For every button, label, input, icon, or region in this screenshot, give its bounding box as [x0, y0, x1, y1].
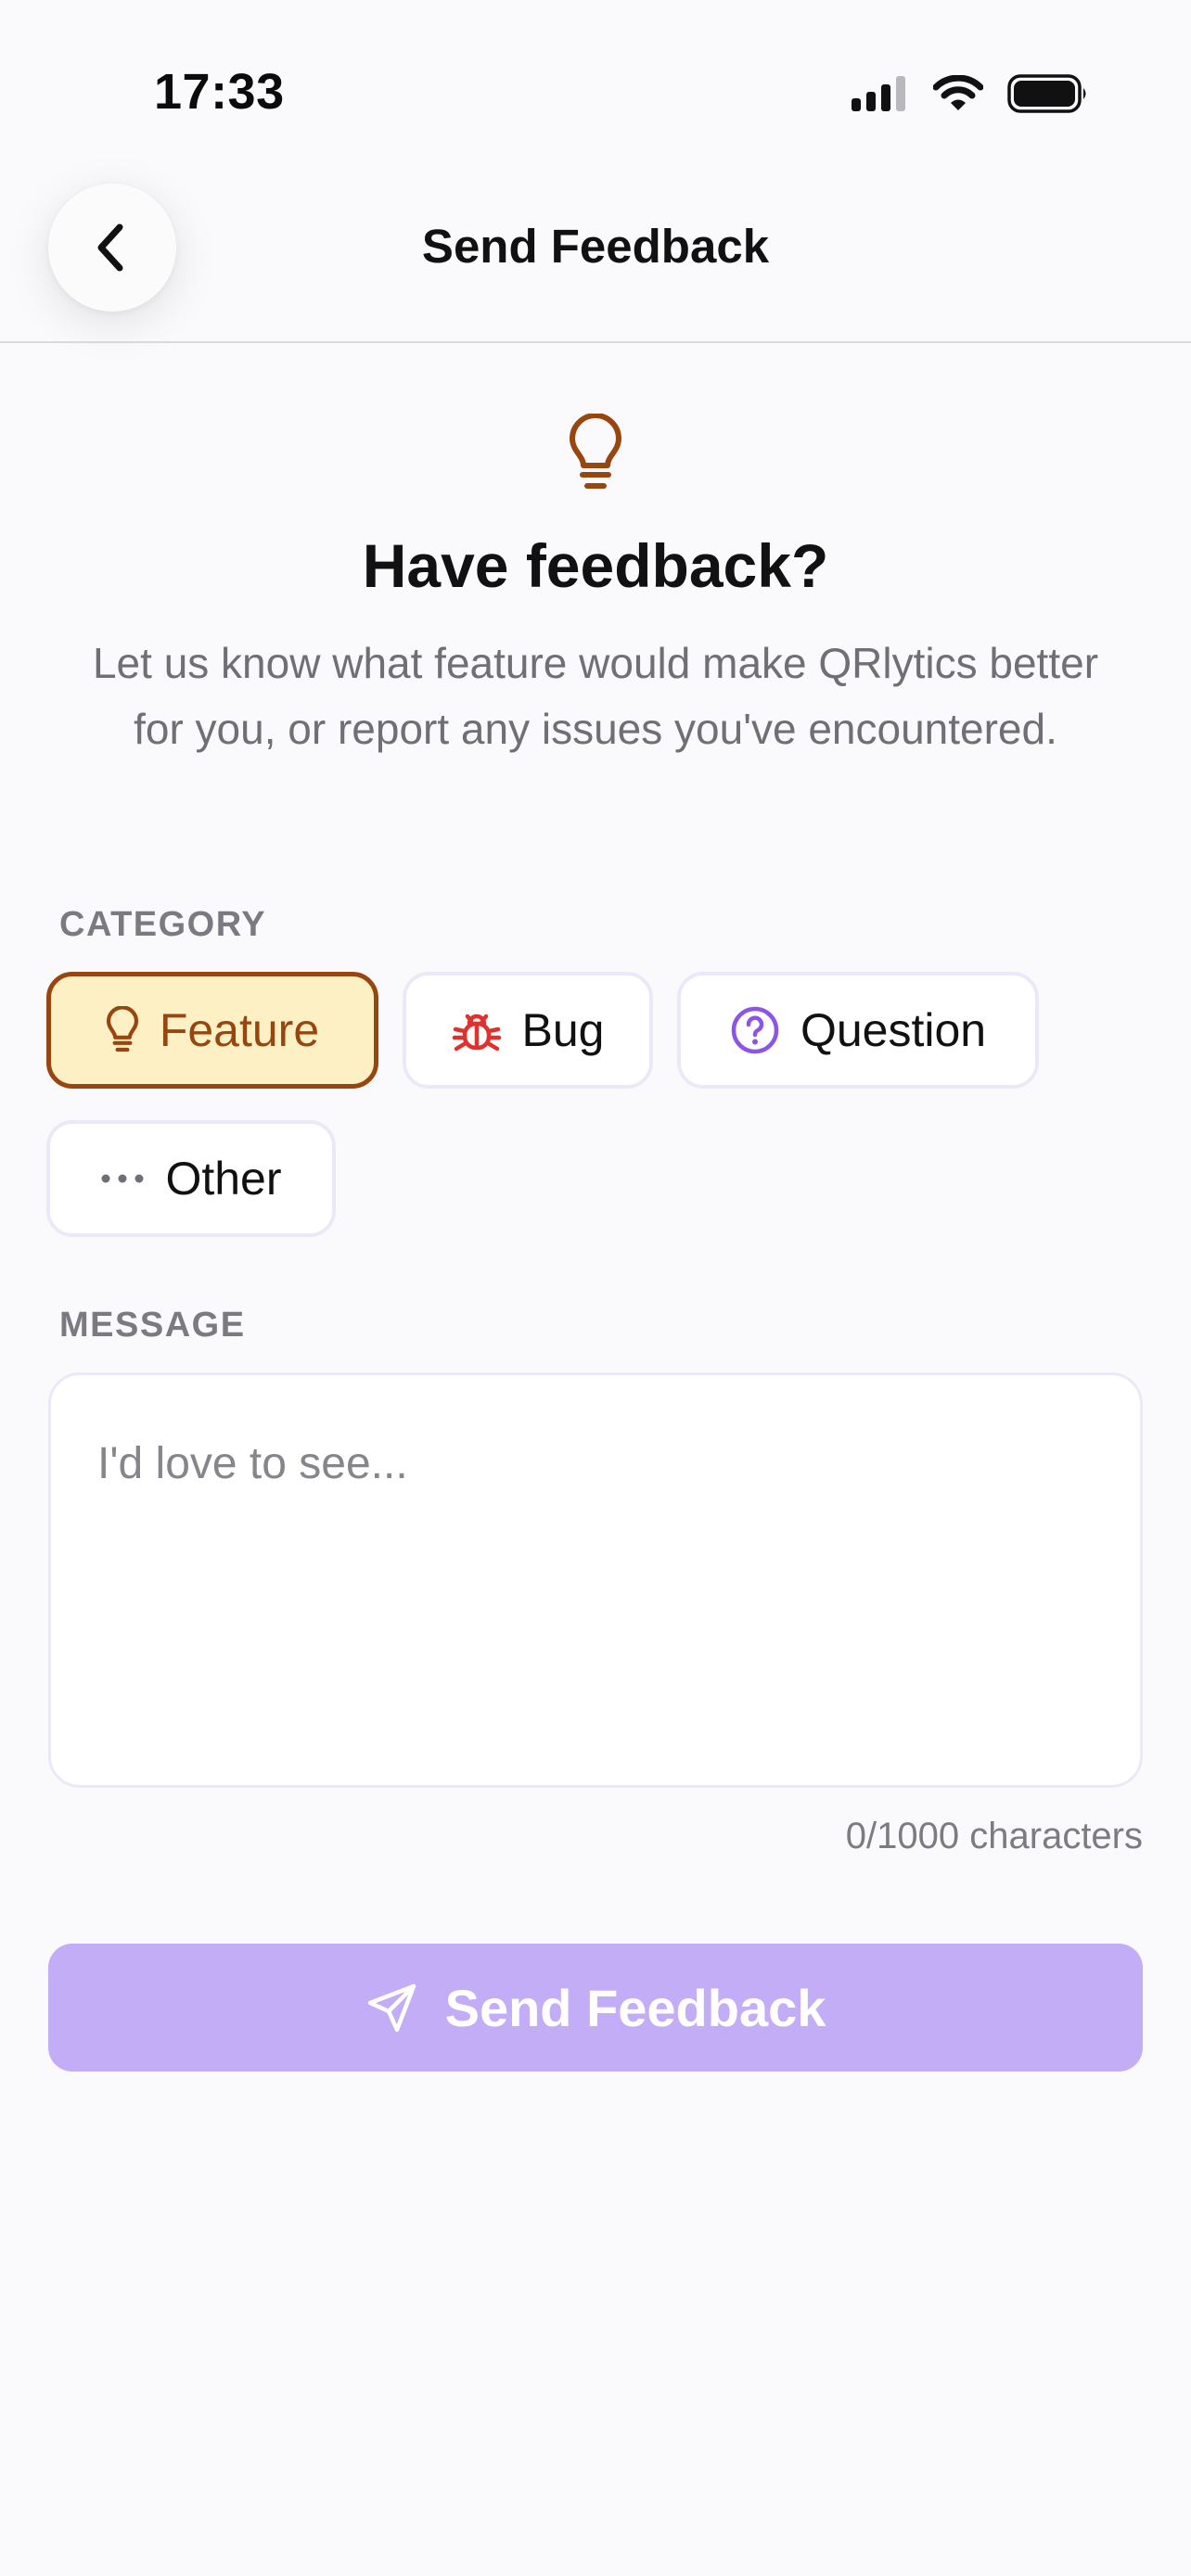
- send-icon: [367, 1983, 416, 2033]
- hero-title: Have feedback?: [362, 531, 829, 600]
- bug-icon: [452, 1014, 501, 1052]
- category-chip-other[interactable]: Other: [46, 1120, 336, 1237]
- chip-label: Question: [800, 1004, 987, 1056]
- message-box: [48, 1372, 1143, 1788]
- lightbulb-icon: [568, 413, 623, 498]
- page-title: Send Feedback: [421, 220, 770, 273]
- wifi-icon: [933, 75, 983, 110]
- hero-subtitle: Let us know what feature would make QRly…: [92, 639, 1099, 753]
- character-count: 0/1000 characters: [845, 1816, 1143, 1856]
- status-icons: [852, 74, 1089, 113]
- category-chip-question[interactable]: Question: [677, 972, 1039, 1089]
- battery-icon: [1007, 74, 1086, 113]
- message-label: MESSAGE: [59, 1306, 246, 1345]
- chip-label: Other: [165, 1153, 282, 1205]
- more-dots-icon: [101, 1174, 144, 1183]
- chip-label: Feature: [159, 1004, 320, 1056]
- chip-label: Bug: [521, 1004, 605, 1056]
- lightbulb-icon: [106, 1006, 138, 1052]
- message-input[interactable]: [51, 1375, 1140, 1785]
- category-label: CATEGORY: [59, 905, 267, 944]
- send-feedback-button[interactable]: Send Feedback: [48, 1944, 1143, 2072]
- header-divider: [0, 341, 1191, 343]
- cellular-signal-icon: [852, 76, 905, 111]
- category-chip-feature[interactable]: Feature: [46, 972, 378, 1089]
- send-feedback-label: Send Feedback: [444, 1978, 826, 2037]
- category-chip-bug[interactable]: Bug: [403, 972, 653, 1089]
- status-time: 17:33: [154, 64, 285, 120]
- question-circle-icon: [731, 1006, 779, 1054]
